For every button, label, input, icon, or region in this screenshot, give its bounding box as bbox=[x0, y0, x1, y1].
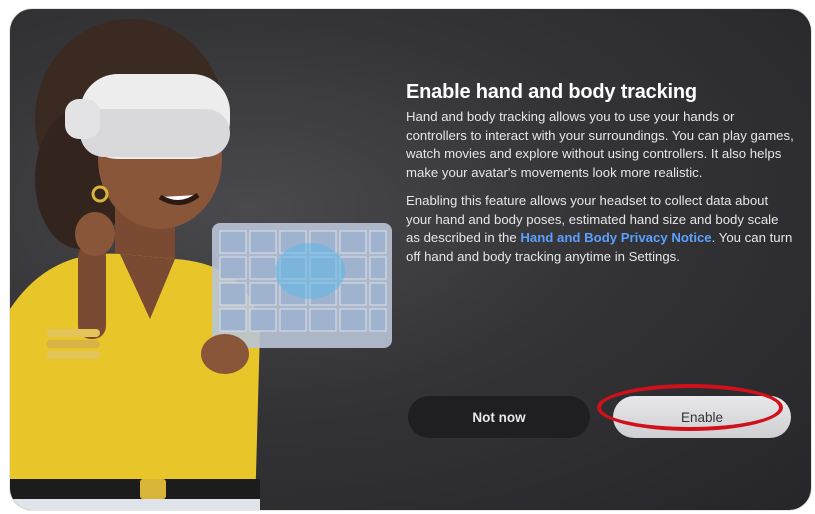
enable-button[interactable]: Enable bbox=[613, 396, 791, 438]
privacy-notice-link[interactable]: Hand and Body Privacy Notice bbox=[520, 230, 711, 245]
dialog-title: Enable hand and body tracking bbox=[406, 81, 697, 103]
dialog-consent-text: Enabling this feature allows your headse… bbox=[406, 192, 796, 266]
avatar-with-vr-headset-image bbox=[10, 19, 392, 510]
dialog-description: Hand and body tracking allows you to use… bbox=[406, 109, 794, 180]
hand-tracking-dialog: Enable hand and body tracking Hand and b… bbox=[10, 9, 811, 510]
not-now-button[interactable]: Not now bbox=[408, 396, 590, 438]
avatar-illustration bbox=[10, 9, 410, 510]
dialog-content: Enable hand and body tracking Hand and b… bbox=[406, 81, 796, 276]
